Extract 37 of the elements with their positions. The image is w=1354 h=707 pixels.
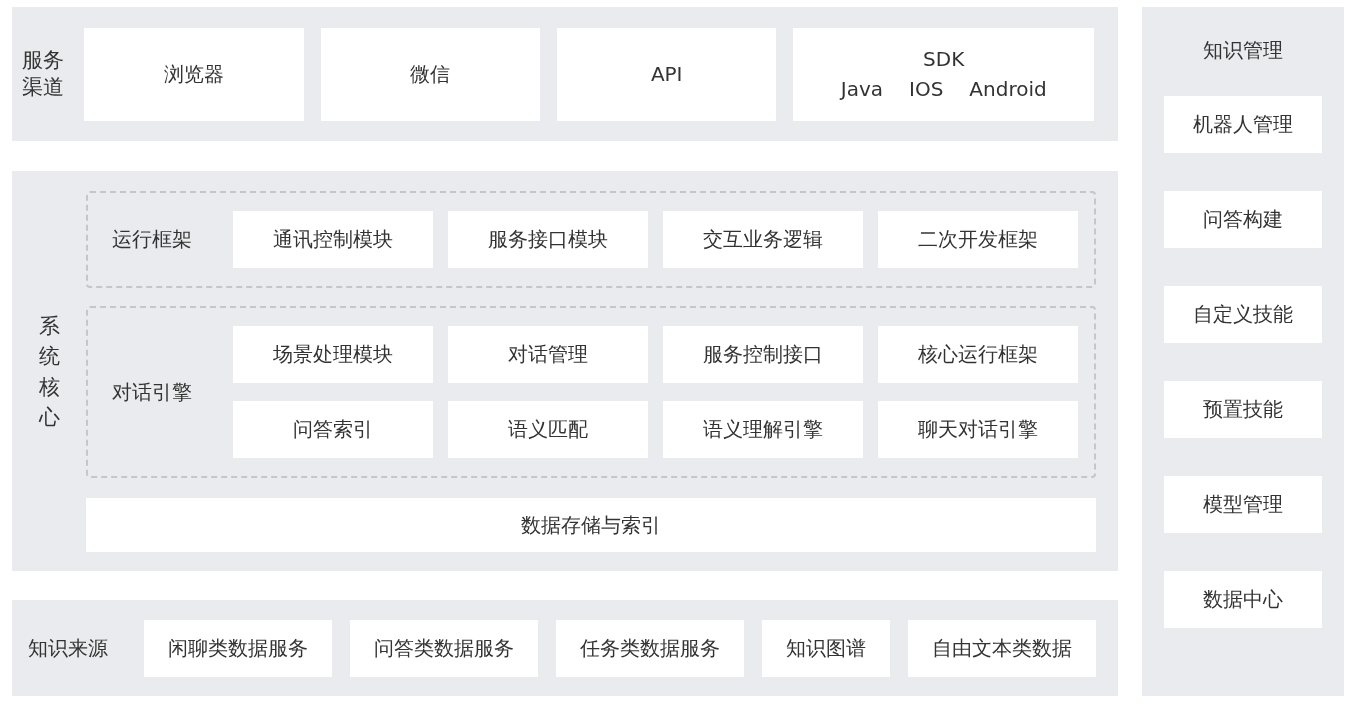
module-box: 服务接口模块: [448, 211, 648, 268]
module-box: 对话管理: [448, 326, 648, 383]
section-label: 系统核心: [38, 312, 60, 431]
source-box: 任务类数据服务: [556, 619, 744, 677]
management-box: 模型管理: [1164, 476, 1322, 533]
management-box: 问答构建: [1164, 191, 1322, 248]
module-box: 二次开发框架: [878, 211, 1078, 268]
channel-box: 微信: [320, 27, 540, 121]
storage-box: 数据存储与索引: [86, 498, 1096, 552]
sdk-label: SDK: [923, 47, 965, 71]
channel-box: 浏览器: [84, 27, 304, 121]
module-box: 核心运行框架: [878, 326, 1078, 383]
management-box: 机器人管理: [1164, 96, 1322, 153]
module-box: 问答索引: [233, 401, 433, 458]
module-box: 聊天对话引擎: [878, 401, 1078, 458]
module-box: 场景处理模块: [233, 326, 433, 383]
module-box: 通讯控制模块: [233, 211, 433, 268]
management-box: 数据中心: [1164, 571, 1322, 628]
source-box: 知识图谱: [762, 619, 890, 677]
group-label: 对话引擎: [111, 378, 193, 406]
source-box: 问答类数据服务: [350, 619, 538, 677]
platform-label: Android: [969, 77, 1047, 101]
module-box: 服务控制接口: [663, 326, 863, 383]
group-label: 运行框架: [111, 226, 193, 253]
source-box: 自由文本类数据: [908, 619, 1096, 677]
platform-label: IOS: [909, 77, 944, 101]
module-box: 语义理解引擎: [663, 401, 863, 458]
channel-box: API: [557, 27, 777, 121]
management-box: 自定义技能: [1164, 286, 1322, 343]
module-box: 交互业务逻辑: [663, 211, 863, 268]
section-label: 服务渠道: [22, 46, 65, 101]
module-box: 语义匹配: [448, 401, 648, 458]
section-label: 知识来源: [28, 634, 109, 662]
platform-label: Java: [840, 77, 883, 101]
panel-title: 知识管理: [1203, 37, 1283, 64]
management-box: 预置技能: [1164, 381, 1322, 438]
source-box: 闲聊类数据服务: [144, 619, 332, 677]
